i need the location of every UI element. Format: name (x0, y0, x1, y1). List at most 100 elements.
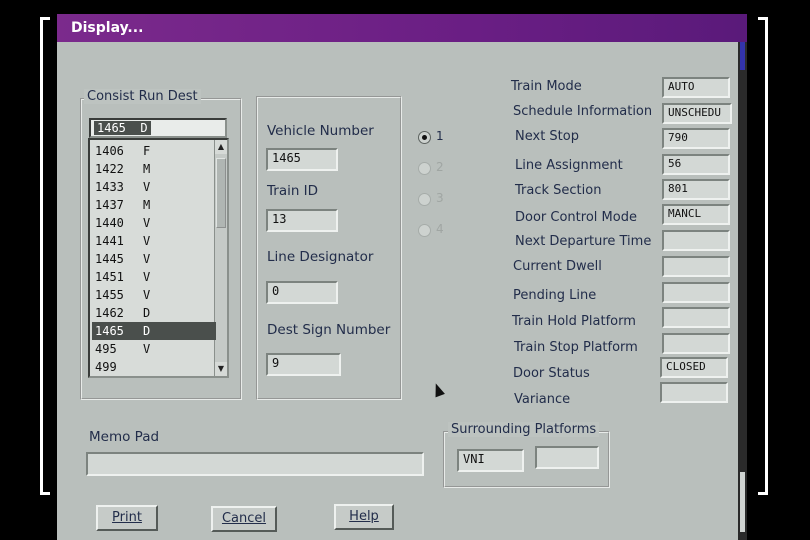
radio-1-label: 1 (436, 129, 444, 143)
consist-run-number: 1455 (95, 288, 124, 302)
consist-list-item[interactable]: 1422 M (92, 160, 216, 178)
memo-pad-label: Memo Pad (89, 429, 160, 445)
scroll-thumb[interactable] (216, 158, 226, 228)
radio-2[interactable] (418, 162, 431, 175)
consist-destination: M (143, 198, 151, 212)
window-edge-scrollbar[interactable] (738, 42, 747, 540)
consist-list-item[interactable]: 495 V (92, 340, 216, 358)
scroll-indicator-top (740, 42, 745, 70)
track-section-field[interactable]: 801 (662, 179, 730, 200)
train-stop-platform-field[interactable] (662, 333, 730, 354)
consist-destination: D (143, 324, 151, 338)
line-designator-field[interactable]: 0 (266, 281, 338, 304)
help-button-label: Help (349, 509, 379, 524)
consist-run-number: 1437 (95, 198, 124, 212)
line-designator-label: Line Designator (267, 249, 374, 265)
train-stop-platform-label: Train Stop Platform (514, 340, 638, 355)
consist-destination: V (143, 342, 151, 356)
door-status-field[interactable]: CLOSED (660, 357, 728, 378)
train-hold-platform-field[interactable] (662, 307, 730, 328)
radio-4[interactable] (418, 224, 431, 237)
next-stop-label: Next Stop (515, 129, 579, 144)
consist-destination: V (143, 270, 151, 284)
consist-destination: V (143, 180, 151, 194)
consist-destination: V (143, 234, 151, 248)
frame-bracket-right (758, 17, 768, 495)
door-control-mode-field[interactable]: MANCL (662, 204, 730, 225)
current-dwell-label: Current Dwell (513, 259, 602, 274)
consist-list-item[interactable]: 1441 V (92, 232, 216, 250)
consist-list-item[interactable]: 1462 D (92, 304, 216, 322)
consist-run-number: 1441 (95, 234, 124, 248)
schedule-info-field[interactable]: UNSCHEDU (662, 103, 732, 124)
consist-destination: D (143, 306, 151, 320)
scroll-indicator-bottom (740, 472, 745, 532)
pending-line-field[interactable] (662, 282, 730, 303)
train-id-label: Train ID (267, 183, 319, 199)
consist-run-number: 1406 (95, 144, 124, 158)
scroll-down-icon[interactable]: ▼ (215, 362, 227, 376)
schedule-info-label: Schedule Information (513, 104, 653, 119)
consist-list-item[interactable]: 1451 V (92, 268, 216, 286)
consist-list-item[interactable]: 1455 V (92, 286, 216, 304)
consist-destination: F (143, 144, 151, 158)
train-mode-label: Train Mode (511, 79, 582, 94)
vehicle-number-label: Vehicle Number (267, 123, 374, 139)
next-stop-field[interactable]: 790 (662, 128, 730, 149)
consist-run-number: 1445 (95, 252, 124, 266)
train-id-field[interactable]: 13 (266, 209, 338, 232)
consist-run-number: 1433 (95, 180, 124, 194)
consist-selected-value: 1465 D (94, 121, 151, 135)
next-departure-time-label: Next Departure Time (515, 234, 652, 249)
radio-4-label: 4 (436, 222, 444, 236)
print-button-label: Print (112, 510, 142, 525)
consist-list-item[interactable]: 1406 F (92, 142, 216, 160)
dest-sign-label: Dest Sign Number (267, 322, 391, 338)
consist-run-dest-title: Consist Run Dest (84, 89, 201, 104)
consist-run-number: 499 (95, 360, 117, 374)
radio-1[interactable] (418, 131, 431, 144)
door-status-label: Door Status (513, 366, 590, 381)
consist-run-number: 1422 (95, 162, 124, 176)
consist-run-number: 1440 (95, 216, 124, 230)
radio-2-label: 2 (436, 160, 444, 174)
line-assignment-label: Line Assignment (515, 158, 623, 173)
train-mode-field[interactable]: AUTO (662, 77, 730, 98)
consist-destination: M (143, 162, 151, 176)
consist-selected-field[interactable]: 1465 D (89, 118, 227, 138)
track-section-label: Track Section (515, 183, 602, 198)
consist-list-item[interactable]: 1440 V (92, 214, 216, 232)
variance-field[interactable] (660, 382, 728, 403)
title-bar[interactable]: Display... (57, 14, 747, 42)
door-control-mode-label: Door Control Mode (515, 210, 637, 225)
radio-3-label: 3 (436, 191, 444, 205)
scroll-up-icon[interactable]: ▲ (215, 140, 227, 154)
frame-bracket-left (40, 17, 50, 495)
consist-run-number: 1451 (95, 270, 124, 284)
train-hold-platform-label: Train Hold Platform (512, 314, 636, 329)
window-title: Display... (71, 20, 144, 36)
variance-label: Variance (514, 392, 571, 407)
consist-list-item[interactable]: 499 (92, 358, 216, 376)
next-departure-time-field[interactable] (662, 230, 730, 251)
consist-list-item[interactable]: 1437 M (92, 196, 216, 214)
vehicle-number-field[interactable]: 1465 (266, 148, 338, 171)
radio-3[interactable] (418, 193, 431, 206)
help-button[interactable]: Help (334, 504, 394, 530)
dest-sign-field[interactable]: 9 (266, 353, 341, 376)
consist-list-item[interactable]: 1465 D (92, 322, 216, 340)
surrounding-platform-left-field[interactable]: VNI (457, 449, 524, 472)
consist-run-number: 1462 (95, 306, 124, 320)
cancel-button-label: Cancel (221, 511, 267, 526)
current-dwell-field[interactable] (662, 256, 730, 277)
consist-list-item[interactable]: 1433 V (92, 178, 216, 196)
consist-list-item[interactable]: 1445 V (92, 250, 216, 268)
consist-destination: V (143, 216, 151, 230)
line-assignment-field[interactable]: 56 (662, 154, 730, 175)
consist-run-number: 495 (95, 342, 117, 356)
surrounding-platform-right-field[interactable] (535, 446, 599, 469)
print-button[interactable]: Print (96, 505, 158, 531)
memo-pad-field[interactable] (86, 452, 424, 476)
consist-list[interactable]: ▲ ▼ 1406 F 1422 M 1433 V 1437 M 1440 V 1441 V 1445 V 1… (88, 138, 229, 378)
cancel-button[interactable]: Cancel (211, 506, 277, 532)
